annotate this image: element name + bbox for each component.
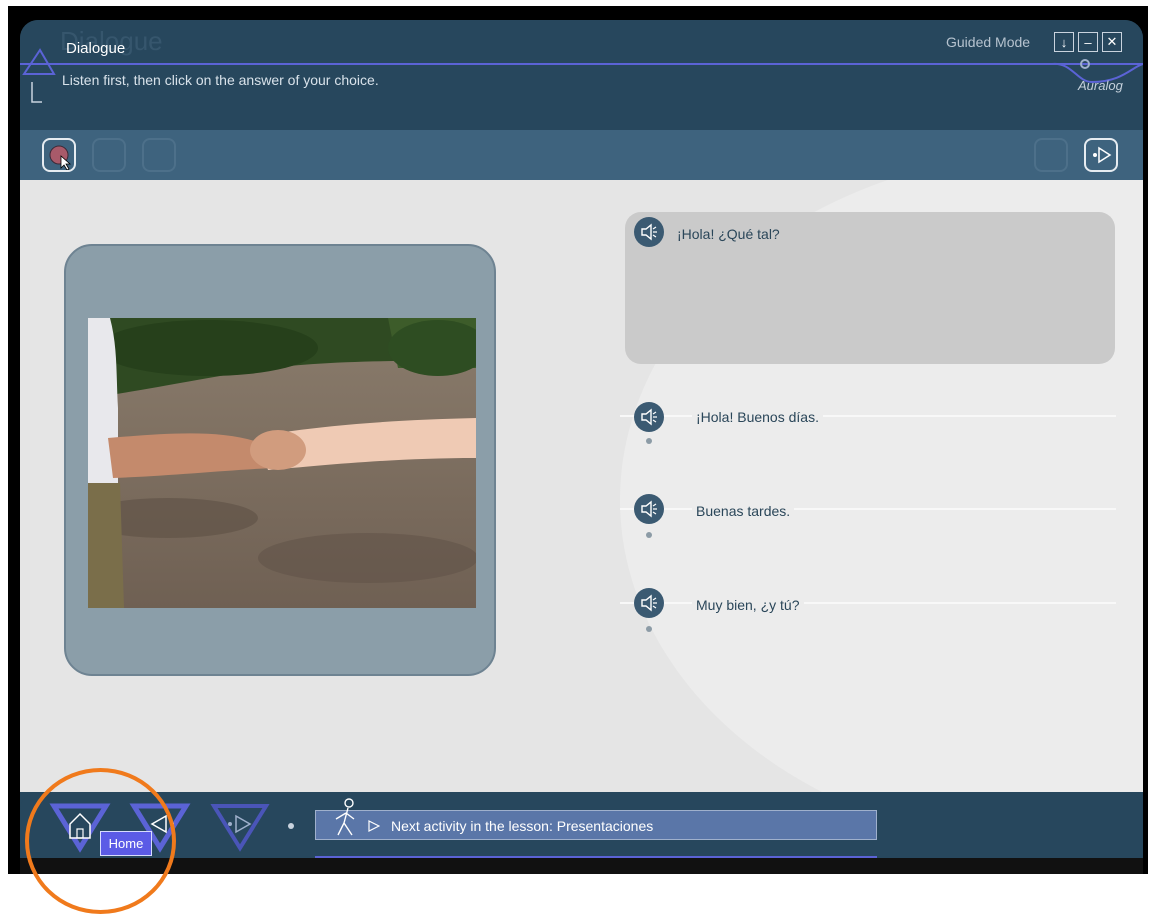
highlight-circle: [25, 768, 176, 914]
speaker-icon: [641, 408, 657, 426]
prompt-speaker-button[interactable]: [634, 217, 664, 247]
content-area: ¡Hola! ¿Qué tal? ¡Hola! Buenos días. Bue…: [20, 180, 1143, 792]
flag-button[interactable]: [92, 138, 126, 172]
close-button[interactable]: ✕: [1102, 32, 1122, 52]
forward-button[interactable]: [206, 798, 276, 853]
toolbar: [20, 130, 1143, 180]
speaker-icon: [641, 223, 657, 241]
edit-button[interactable]: [142, 138, 176, 172]
brand-logo: Auralog: [1078, 78, 1123, 93]
record-icon: [49, 145, 72, 171]
handshake-image: [88, 318, 476, 608]
next-activity-button[interactable]: Next activity in the lesson: Presentacio…: [315, 798, 877, 840]
photo-card: [64, 244, 496, 676]
header: Dialogue Dialogue Listen first, then cli…: [20, 20, 1143, 130]
walking-person-icon: [335, 798, 355, 836]
play-icon: [368, 820, 380, 832]
speaker-icon: [641, 594, 657, 612]
option-3-dot: [646, 626, 652, 632]
nav-dot: [288, 823, 294, 829]
speaker-icon: [641, 500, 657, 518]
option-2-speaker-button[interactable]: [634, 494, 664, 524]
option-2-text[interactable]: Buenas tardes.: [692, 503, 795, 519]
handshake-photo: [88, 318, 476, 608]
header-divider: [20, 63, 1143, 65]
option-1-dot: [646, 438, 652, 444]
next-activity-label: Next activity in the lesson: Presentacio…: [391, 818, 654, 834]
instructions: Listen first, then click on the answer o…: [62, 72, 379, 88]
prompt-text: ¡Hola! ¿Qué tal?: [677, 226, 780, 242]
option-1-text[interactable]: ¡Hola! Buenos días.: [692, 409, 823, 425]
previous-button[interactable]: [1034, 138, 1068, 172]
guided-mode-label: Guided Mode: [946, 34, 1031, 50]
option-3-text[interactable]: Muy bien, ¿y tú?: [692, 597, 804, 613]
minimize-button[interactable]: –: [1078, 32, 1098, 52]
footer-strip: [20, 858, 1143, 874]
app-window: Dialogue Dialogue Listen first, then cli…: [20, 20, 1143, 870]
next-step-button[interactable]: [1084, 138, 1118, 172]
record-button[interactable]: [42, 138, 76, 172]
window-controls: ↓ – ✕: [1054, 32, 1122, 52]
option-3-speaker-button[interactable]: [634, 588, 664, 618]
option-2-dot: [646, 532, 652, 538]
play-next-icon: [1093, 146, 1112, 164]
option-1-speaker-button[interactable]: [634, 402, 664, 432]
download-button[interactable]: ↓: [1054, 32, 1074, 52]
triangle-icon: [22, 48, 56, 103]
page-title: Dialogue: [66, 40, 126, 57]
